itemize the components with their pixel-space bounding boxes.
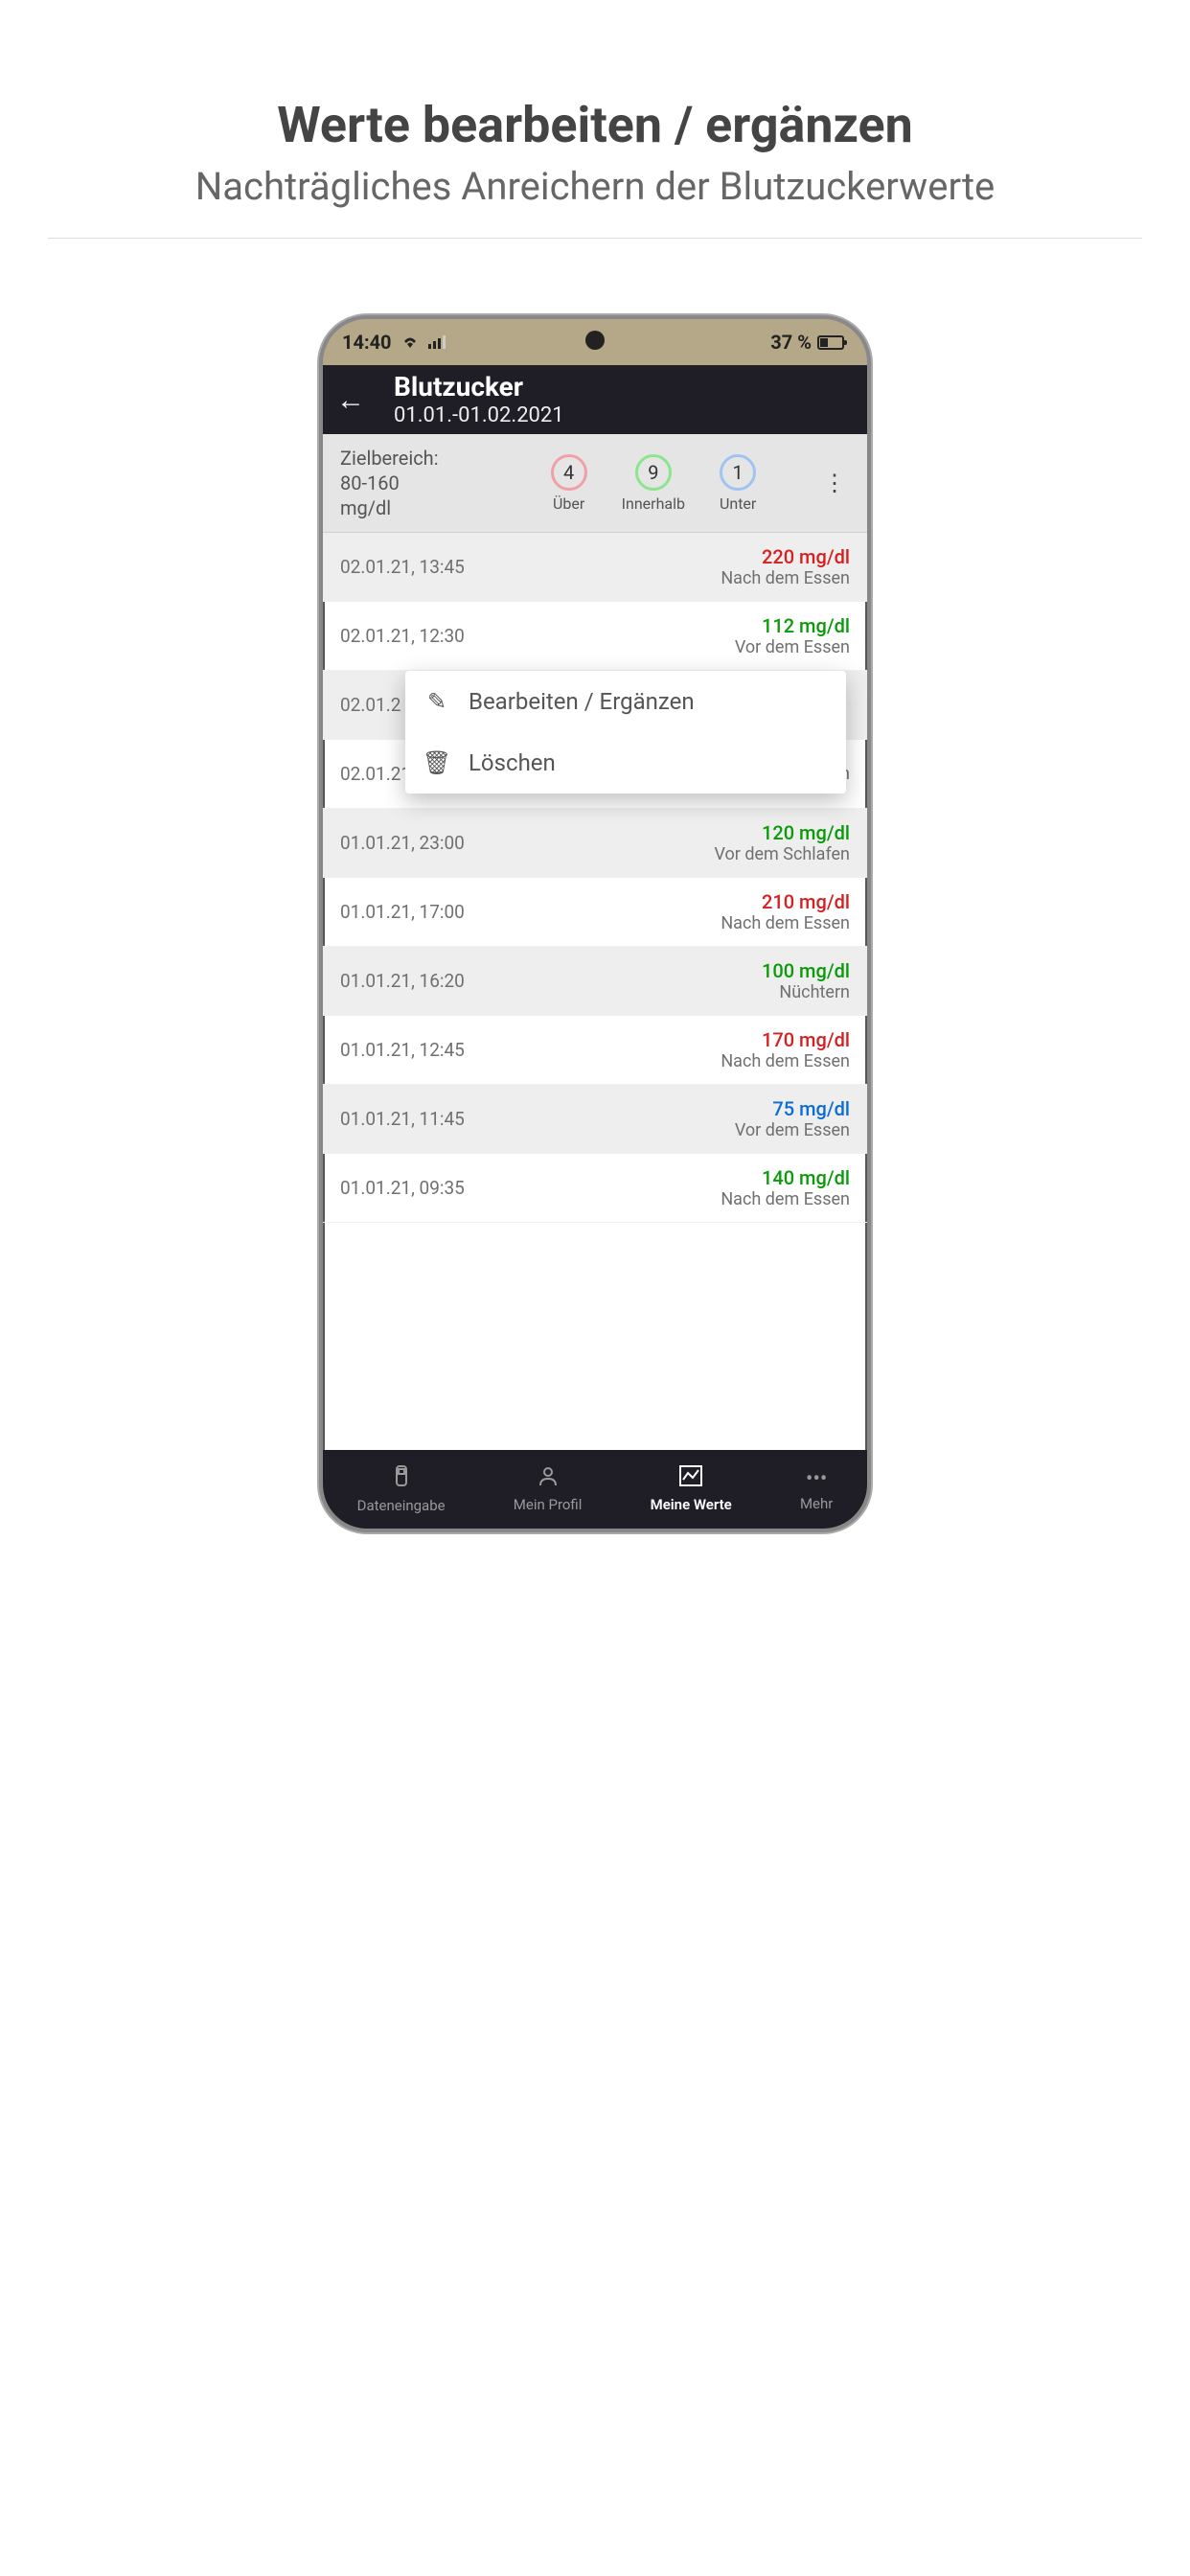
reading-row[interactable]: 02.01.21, 12:30 112 mg/dlVor dem Essen [323, 602, 867, 671]
status-time: 14:40 [342, 331, 392, 354]
row-context: Nach dem Essen [721, 913, 850, 933]
wifi-icon [401, 331, 419, 354]
row-value: 140 mg/dl [721, 1166, 850, 1189]
row-timestamp: 01.01.21, 16:20 [340, 970, 465, 992]
row-timestamp: 02.01.21, 13:45 [340, 556, 465, 578]
row-timestamp: 02.01.2 [340, 694, 400, 716]
pencil-icon: ✎ [426, 688, 447, 715]
dots-icon: ••• [806, 1467, 827, 1491]
row-timestamp: 01.01.21, 23:00 [340, 832, 465, 854]
person-icon [538, 1465, 559, 1492]
nav-more[interactable]: ••• Mehr [800, 1467, 833, 1512]
side-button [869, 645, 871, 731]
counter-under[interactable]: 1 Unter [720, 454, 756, 513]
reading-row[interactable]: 01.01.21, 16:20 100 mg/dlNüchtern [323, 947, 867, 1016]
reading-row[interactable]: 01.01.21, 09:35 140 mg/dlNach dem Essen [323, 1154, 867, 1223]
row-context: Vor dem Essen [735, 1120, 850, 1140]
header-subtitle: 01.01.-01.02.2021 [394, 403, 564, 428]
nav-my-values[interactable]: Meine Werte [651, 1465, 732, 1513]
battery-icon [817, 335, 844, 350]
more-options-button[interactable]: ⋮ [813, 470, 856, 496]
header-title: Blutzucker [394, 371, 564, 403]
page-title: Werte bearbeiten / ergänzen [0, 96, 1190, 154]
row-value: 170 mg/dl [721, 1028, 850, 1051]
reading-row[interactable]: 01.01.21, 17:00 210 mg/dlNach dem Essen [323, 878, 867, 947]
row-value: 210 mg/dl [721, 890, 850, 913]
row-value: 100 mg/dl [762, 959, 850, 982]
reading-row[interactable]: 02.01.21, 13:45 220 mg/dlNach dem Essen [323, 533, 867, 602]
back-button[interactable]: ← [336, 383, 365, 417]
row-timestamp: 01.01.21, 17:00 [340, 901, 465, 923]
menu-delete[interactable]: 🗑 Löschen [405, 732, 846, 794]
chart-icon [679, 1465, 702, 1492]
row-context: Nüchtern [762, 982, 850, 1002]
row-value: 120 mg/dl [714, 821, 850, 844]
menu-edit[interactable]: ✎ Bearbeiten / Ergänzen [405, 671, 846, 732]
app-header: ← Blutzucker 01.01.-01.02.2021 [323, 365, 867, 434]
row-value: 75 mg/dl [735, 1097, 850, 1120]
reading-row[interactable]: 01.01.21, 23:00 120 mg/dlVor dem Schlafen [323, 809, 867, 878]
target-range-label: Zielbereich: 80-160 mg/dl [340, 446, 474, 520]
row-timestamp: 02.01.21, 12:30 [340, 625, 465, 647]
row-value: 112 mg/dl [735, 614, 850, 637]
device-icon [392, 1464, 411, 1493]
row-timestamp: 01.01.21, 09:35 [340, 1177, 465, 1199]
row-context: Nach dem Essen [721, 1189, 850, 1209]
trash-icon: 🗑 [426, 749, 447, 776]
counter-in[interactable]: 9 Innerhalb [622, 454, 685, 513]
phone-frame: 14:40 37 % ← Blutzucker 01.01.-01.02.202… [319, 315, 871, 1532]
row-timestamp: 01.01.21, 11:45 [340, 1108, 465, 1130]
bottom-nav: Dateneingabe Mein Profil Meine Werte •••… [323, 1450, 867, 1529]
row-context: Vor dem Essen [735, 637, 850, 657]
row-value: 220 mg/dl [721, 545, 850, 568]
signal-icon [428, 331, 446, 354]
counter-over[interactable]: 4 Über [551, 454, 587, 513]
context-menu: ✎ Bearbeiten / Ergänzen 🗑 Löschen [405, 671, 846, 794]
row-timestamp: 01.01.21, 12:45 [340, 1039, 465, 1061]
divider [48, 238, 1142, 239]
nav-profile[interactable]: Mein Profil [514, 1465, 583, 1513]
page-subtitle: Nachträgliches Anreichern der Blutzucker… [0, 164, 1190, 209]
camera-notch [585, 331, 605, 350]
reading-row[interactable]: 01.01.21, 12:45 170 mg/dlNach dem Essen [323, 1016, 867, 1085]
row-context: Nach dem Essen [721, 568, 850, 588]
row-context: Vor dem Schlafen [714, 844, 850, 864]
battery-percent: 37 % [770, 331, 812, 354]
reading-list: ✎ Bearbeiten / Ergänzen 🗑 Löschen 02.01.… [323, 533, 867, 1223]
summary-bar: Zielbereich: 80-160 mg/dl 4 Über 9 Inner… [323, 434, 867, 533]
reading-row[interactable]: 01.01.21, 11:45 75 mg/dlVor dem Essen [323, 1085, 867, 1154]
row-context: Nach dem Essen [721, 1051, 850, 1071]
nav-data-entry[interactable]: Dateneingabe [357, 1464, 446, 1514]
side-button [869, 770, 871, 856]
